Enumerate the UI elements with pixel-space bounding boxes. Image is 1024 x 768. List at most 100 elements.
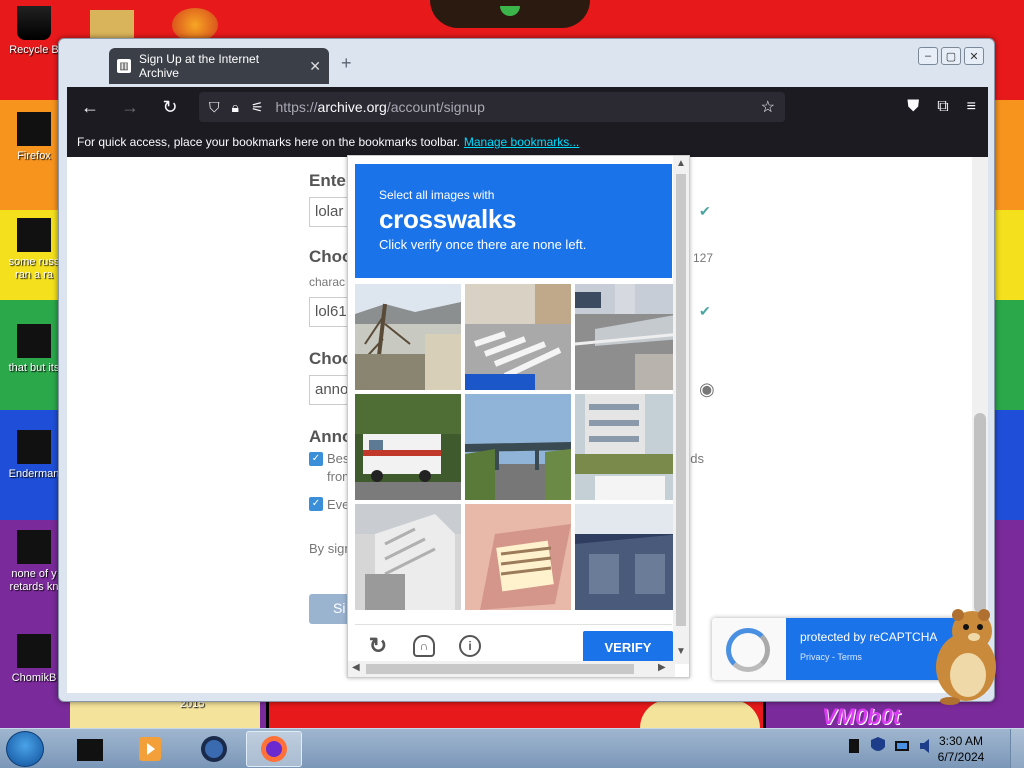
tab-signup[interactable]: ▥ Sign Up at the Internet Archive ✕: [109, 48, 329, 84]
scroll-down-icon[interactable]: ▼: [676, 646, 686, 657]
scrollbar-thumb[interactable]: [366, 664, 634, 674]
captcha-header: Select all images with crosswalks Click …: [355, 164, 672, 278]
scrollbar-thumb[interactable]: [676, 174, 686, 626]
app-icon: [17, 530, 51, 564]
terms-text: By sign: [309, 541, 352, 556]
scrollbar-thumb[interactable]: [974, 413, 986, 613]
desktop-icon-that-but-its[interactable]: that but its: [2, 324, 66, 375]
shield-icon[interactable]: ⛉: [209, 99, 220, 116]
info-icon[interactable]: i: [459, 635, 481, 657]
desktop-icon-label: ChomikB: [11, 672, 57, 684]
recaptcha-challenge: Select all images with crosswalks Click …: [347, 155, 690, 678]
minimize-button[interactable]: ‒: [918, 47, 938, 65]
globe-icon: [201, 736, 227, 762]
document-icon: [17, 218, 51, 252]
username-hint: charac: [309, 275, 346, 289]
notification-icon[interactable]: [845, 735, 863, 757]
shield-icon[interactable]: [869, 735, 887, 757]
checkbox-opt1[interactable]: ✓: [309, 452, 323, 466]
taskbar-firefox[interactable]: [246, 731, 302, 767]
bookmarks-toolbar: For quick access, place your bookmarks h…: [67, 127, 988, 157]
desktop-icon-label: Recycle B: [9, 44, 59, 56]
eye-icon[interactable]: ◉: [699, 379, 715, 400]
recycle-bin-icon: [17, 6, 51, 40]
audio-challenge-icon[interactable]: ∩: [413, 635, 435, 657]
firefox-icon: [17, 112, 51, 146]
username-label: Choo: [309, 247, 353, 266]
email-label: Enter: [309, 171, 353, 190]
scroll-right-icon[interactable]: ▶: [658, 662, 666, 673]
captcha-footer: ↻ ∩ i VERIFY: [355, 624, 673, 665]
pocket-icon[interactable]: ⛊: [907, 98, 919, 116]
manage-bookmarks-link[interactable]: Manage bookmarks...: [464, 135, 579, 149]
watermark-text: VM0b0t: [822, 704, 901, 729]
firefox-icon: [261, 736, 287, 762]
close-window-button[interactable]: ✕: [964, 47, 984, 65]
url-text[interactable]: https://archive.org/account/signup: [276, 99, 485, 115]
captcha-tile-4[interactable]: [355, 394, 461, 500]
show-desktop-button[interactable]: [1010, 729, 1024, 768]
desktop-icon-firefox[interactable]: Firefox: [2, 112, 66, 163]
reload-challenge-icon[interactable]: ↻: [367, 633, 389, 658]
menu-icon[interactable]: ≡: [967, 98, 976, 116]
clock[interactable]: 3:30 AM 6/7/2024: [926, 733, 996, 765]
recaptcha-logo-icon: [726, 628, 770, 672]
desktop-icon-none-of-y[interactable]: none of y retards kn: [2, 530, 66, 594]
captcha-tile-7[interactable]: [355, 504, 461, 610]
captcha-instruction: Select all images with: [379, 188, 495, 202]
maximize-button[interactable]: ▢: [941, 47, 961, 65]
scroll-left-icon[interactable]: ◀: [352, 662, 360, 673]
reload-icon[interactable]: ↻: [159, 97, 181, 118]
bookmark-star-icon[interactable]: ☆: [761, 97, 775, 117]
window-controls: ‒ ▢ ✕: [918, 47, 984, 65]
lock-icon[interactable]: 🔒︎: [232, 99, 239, 116]
captcha-tile-6[interactable]: [575, 394, 681, 500]
taskbar-app-1[interactable]: [62, 731, 118, 767]
archive-icon: ▥: [117, 59, 131, 73]
bookmarks-hint: For quick access, place your bookmarks h…: [77, 135, 460, 149]
taskbar-media-player[interactable]: [122, 731, 178, 767]
captcha-tile-5[interactable]: [465, 394, 571, 500]
captcha-horizontal-scrollbar[interactable]: ◀ ▶: [348, 661, 675, 677]
captcha-tile-2[interactable]: [465, 284, 571, 390]
announcements-label: Anno: [309, 427, 353, 446]
desktop-icon-label-2: ran a ra: [15, 269, 53, 281]
wallpaper-top-shape: [430, 0, 590, 28]
scroll-up-icon[interactable]: ▲: [676, 158, 686, 169]
verify-button[interactable]: VERIFY: [583, 631, 673, 665]
desktop-icon-label-2: retards kn: [9, 581, 59, 593]
captcha-vertical-scrollbar[interactable]: ▲ ▼: [673, 156, 689, 664]
window-icon: [17, 324, 51, 358]
wallpaper-shape: [640, 700, 760, 728]
back-icon[interactable]: ←: [79, 97, 101, 118]
captcha-tile-3[interactable]: [575, 284, 681, 390]
permissions-icon[interactable]: ⚟: [251, 99, 264, 116]
desktop-icon-recycle-bin[interactable]: Recycle B: [2, 6, 66, 57]
captcha-tile-1[interactable]: [355, 284, 461, 390]
new-tab-button[interactable]: +: [341, 53, 352, 74]
desktop-icon-label: none of y: [11, 568, 57, 580]
tab-title: Sign Up at the Internet Archive: [138, 52, 260, 80]
start-button[interactable]: [6, 731, 44, 767]
desktop-icon-label: Enderman: [8, 468, 60, 480]
desktop-icon-some-russ[interactable]: some russ ran a ra: [2, 218, 66, 282]
desktop-icon-enderman[interactable]: Enderman: [2, 430, 66, 481]
media-player-icon: [139, 737, 161, 761]
captcha-tile-9[interactable]: [575, 504, 681, 610]
network-icon[interactable]: [893, 735, 911, 757]
close-tab-icon[interactable]: ✕: [309, 58, 321, 75]
url-bar[interactable]: ⛉ 🔒︎ ⚟ https://archive.org/account/signu…: [199, 92, 785, 122]
checkbox-opt2[interactable]: ✓: [309, 497, 323, 511]
captcha-tile-8[interactable]: [465, 504, 571, 610]
hamster-mascot-icon: [936, 609, 996, 705]
app-icon[interactable]: [172, 8, 218, 42]
extensions-icon[interactable]: ⧉: [937, 98, 948, 116]
taskbar-app-3[interactable]: [186, 731, 242, 767]
check-icon: ✔: [699, 203, 711, 219]
clock-date: 6/7/2024: [937, 750, 985, 764]
desktop-icon-label: Firefox: [17, 150, 51, 162]
desktop-icon-label: some russ: [8, 256, 60, 268]
forward-icon[interactable]: →: [119, 97, 141, 118]
desktop-icon-chomik[interactable]: ChomikB: [2, 634, 66, 685]
captcha-subinstruction: Click verify once there are none left.: [379, 237, 587, 252]
